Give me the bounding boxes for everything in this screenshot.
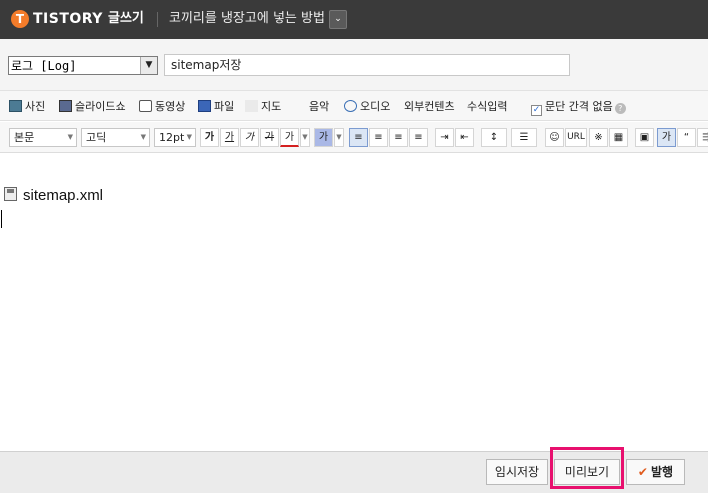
headphones-icon bbox=[293, 100, 306, 112]
publish-label: 발행 bbox=[650, 465, 674, 479]
link-button[interactable]: URL bbox=[565, 128, 587, 147]
paragraph-spacing-label: 문단 간격 없음 bbox=[545, 100, 613, 113]
insert-formula-button[interactable]: 수식입력 bbox=[467, 99, 507, 114]
bold-button[interactable]: 가 bbox=[200, 128, 219, 147]
category-value: 로그 [Log] bbox=[11, 59, 77, 73]
underline-button[interactable]: 가 bbox=[220, 128, 239, 147]
chevron-down-icon: ▼ bbox=[67, 133, 73, 141]
font-family-select[interactable]: 고딕 ▼ bbox=[81, 128, 150, 147]
highlight-color-button[interactable]: 가 bbox=[314, 128, 333, 147]
align-left-icon[interactable]: ≡ bbox=[349, 128, 368, 147]
table-icon[interactable]: ▦ bbox=[609, 128, 628, 147]
insert-slideshow-button[interactable]: 슬라이드쇼 bbox=[59, 99, 126, 114]
insert-video-button[interactable]: 동영상 bbox=[139, 99, 185, 114]
slideshow-icon bbox=[59, 100, 72, 112]
insert-toolbar: 사진 슬라이드쇼 동영상 파일 지도 음악 오디오 외부컨텐츠 수식입력 ✓ 문단… bbox=[0, 91, 708, 121]
chevron-down-icon[interactable]: ▼ bbox=[300, 128, 310, 147]
help-icon[interactable]: ? bbox=[614, 103, 626, 114]
strikethrough-button[interactable]: 가 bbox=[260, 128, 279, 147]
insert-photo-label: 사진 bbox=[25, 100, 46, 113]
insert-map-button[interactable]: 지도 bbox=[245, 99, 281, 114]
italic-button[interactable]: 가 bbox=[240, 128, 259, 147]
chevron-down-icon[interactable]: ▼ bbox=[140, 57, 157, 74]
insert-external-button[interactable]: 외부컨텐츠 bbox=[404, 99, 455, 114]
special-char-icon[interactable]: ※ bbox=[589, 128, 608, 147]
attachment-filename[interactable]: sitemap.xml bbox=[23, 187, 103, 205]
blog-dropdown-button[interactable]: ⌄ bbox=[329, 10, 347, 29]
temp-save-button[interactable]: 임시저장 bbox=[486, 459, 548, 485]
audio-icon bbox=[344, 100, 357, 112]
chevron-down-icon: ▼ bbox=[186, 133, 192, 141]
align-justify-icon[interactable]: ≡ bbox=[409, 128, 428, 147]
font-style-icon[interactable]: 가 bbox=[657, 128, 676, 147]
list-icon[interactable]: ☰ bbox=[511, 128, 537, 147]
blog-title[interactable]: 코끼리를 냉장고에 넣는 방법 bbox=[169, 11, 325, 27]
chevron-down-icon[interactable]: ▼ bbox=[334, 128, 344, 147]
insert-file-label: 파일 bbox=[214, 100, 235, 113]
post-title-input[interactable]: sitemap저장 bbox=[164, 54, 570, 76]
post-meta-row: 로그 [Log] ▼ sitemap저장 bbox=[0, 39, 708, 91]
font-family-value: 고딕 bbox=[86, 131, 107, 144]
file-icon bbox=[198, 100, 211, 112]
font-size-value: 12pt bbox=[159, 131, 185, 144]
insert-audio-label: 오디오 bbox=[360, 100, 391, 113]
paragraph-style-value: 본문 bbox=[14, 131, 35, 144]
photo-icon bbox=[9, 100, 22, 112]
paragraph-spacing-checkbox[interactable]: ✓ bbox=[531, 105, 542, 116]
quote-icon[interactable]: “ bbox=[677, 128, 696, 147]
insert-photo-button[interactable]: 사진 bbox=[9, 99, 45, 114]
insert-slideshow-label: 슬라이드쇼 bbox=[75, 100, 126, 113]
action-bar: 임시저장 미리보기 ✔ 발행 bbox=[0, 451, 708, 493]
map-pin-icon bbox=[245, 100, 258, 112]
attachment-file-icon[interactable] bbox=[4, 187, 17, 201]
check-icon: ✔ bbox=[637, 465, 648, 479]
chevron-down-icon: ▼ bbox=[140, 133, 146, 141]
align-center-icon[interactable]: ≡ bbox=[369, 128, 388, 147]
top-bar: T TISTORY 글쓰기 코끼리를 냉장고에 넣는 방법 ⌄ bbox=[0, 0, 708, 39]
video-icon bbox=[139, 100, 152, 112]
format-toolbar: 본문 ▼ 고딕 ▼ 12pt ▼ 가 가 가 가 가 ▼ 가 ▼ ≡ ≡ ≡ ≡ ⇥ … bbox=[0, 122, 708, 153]
publish-button[interactable]: ✔ 발행 bbox=[626, 459, 685, 485]
emoticon-icon[interactable]: ☺ bbox=[545, 128, 564, 147]
paragraph-spacing-option[interactable]: ✓ 문단 간격 없음? bbox=[531, 99, 626, 116]
editor-area[interactable]: sitemap.xml bbox=[0, 153, 708, 451]
insert-file-button[interactable]: 파일 bbox=[198, 99, 234, 114]
paragraph-style-select[interactable]: 본문 ▼ bbox=[9, 128, 77, 147]
outdent-icon[interactable]: ⇤ bbox=[455, 128, 474, 147]
text-color-button[interactable]: 가 bbox=[280, 128, 299, 147]
category-select[interactable]: 로그 [Log] ▼ bbox=[8, 56, 158, 75]
line-height-icon[interactable]: ↕ bbox=[481, 128, 507, 147]
layout-icon[interactable]: ▣ bbox=[635, 128, 654, 147]
insert-music-label: 음악 bbox=[309, 100, 330, 113]
text-cursor bbox=[1, 210, 2, 228]
brand-name[interactable]: TISTORY bbox=[33, 10, 103, 28]
insert-video-label: 동영상 bbox=[155, 100, 186, 113]
editor-mode-label: 글쓰기 bbox=[108, 11, 144, 26]
insert-map-label: 지도 bbox=[261, 100, 282, 113]
header-divider bbox=[157, 12, 158, 27]
indent-icon[interactable]: ⇥ bbox=[435, 128, 454, 147]
more-icon[interactable]: ⇶ bbox=[697, 128, 708, 147]
preview-button[interactable]: 미리보기 bbox=[554, 459, 620, 485]
insert-music-button[interactable]: 음악 bbox=[293, 99, 329, 114]
font-size-select[interactable]: 12pt ▼ bbox=[154, 128, 196, 147]
insert-audio-button[interactable]: 오디오 bbox=[344, 99, 390, 114]
align-right-icon[interactable]: ≡ bbox=[389, 128, 408, 147]
tistory-logo-icon: T bbox=[11, 10, 29, 28]
